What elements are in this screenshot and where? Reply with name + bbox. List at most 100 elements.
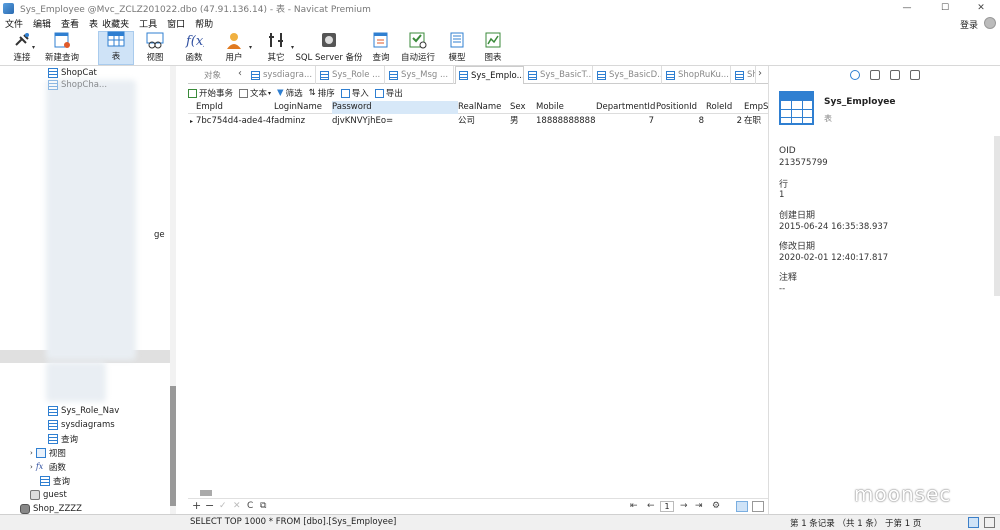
delete-record-button[interactable]: − — [205, 499, 214, 512]
tab-objects[interactable]: 对象 — [188, 66, 234, 84]
status-grid-view-icon[interactable] — [968, 517, 979, 528]
menu-view[interactable]: 查看 — [56, 17, 84, 30]
menu-edit[interactable]: 编辑 — [28, 17, 56, 30]
menu-help[interactable]: 帮助 — [190, 17, 218, 30]
other-dropdown-caret[interactable]: ▾ — [291, 44, 294, 51]
cell-password[interactable]: djvKNVYjhEo= — [332, 115, 458, 128]
data-grid[interactable]: EmpId LoginName Password RealName Sex Mo… — [188, 101, 768, 487]
cell-loginname[interactable]: adminz — [274, 115, 332, 128]
menu-tools[interactable]: 工具 — [134, 17, 162, 30]
maximize-button[interactable]: ☐ — [926, 0, 964, 16]
tree-item-sys-role-nav[interactable]: Sys_Role_Nav — [48, 404, 119, 417]
cell-departmentid[interactable]: 7 — [596, 115, 654, 128]
apply-changes-button[interactable]: ✓ — [219, 501, 227, 511]
close-button[interactable]: ✕ — [962, 0, 1000, 16]
cell-mobile[interactable]: 18888888888 — [536, 115, 596, 128]
tree-scrollbar[interactable] — [170, 66, 176, 516]
toolbar-user-button[interactable]: 用户 — [220, 31, 248, 65]
info-ddl-tab-icon[interactable] — [870, 70, 880, 80]
tree-folder-queries[interactable]: 查询 — [40, 474, 70, 487]
column-header-realname[interactable]: RealName — [458, 101, 510, 114]
status-info-panel-icon[interactable] — [984, 517, 995, 528]
tab-sys-basicd[interactable]: Sys_BasicD... — [594, 66, 662, 84]
table-row[interactable]: ▸ 7bc754d4-ade4-4f3 adminz djvKNVYjhEo= … — [188, 115, 768, 128]
page-number-input[interactable]: 1 — [660, 501, 674, 512]
column-header-emps[interactable]: EmpS — [744, 101, 768, 114]
column-header-password[interactable]: Password — [332, 101, 458, 114]
cell-emps[interactable]: 在职 — [744, 115, 768, 128]
tab-sys-msg[interactable]: Sys_Msg ... — [386, 66, 454, 84]
object-tree[interactable]: ShopCat ShopCha... ge Sys_Role_Nav sysdi… — [0, 66, 176, 516]
toolbar-model-button[interactable]: 模型 — [444, 31, 470, 65]
column-header-positionid[interactable]: PositionId — [656, 101, 706, 114]
export-button[interactable]: 导出 — [374, 87, 403, 99]
import-button[interactable]: 导入 — [340, 87, 369, 99]
toolbar-query-button[interactable]: 查询 — [368, 31, 394, 65]
toolbar-view-button[interactable]: 视图 — [140, 31, 170, 65]
tree-item-shopcha[interactable]: ShopCha... — [48, 78, 107, 91]
tab-shopruku[interactable]: ShopRuKu... — [663, 66, 731, 84]
toolbar-chart-button[interactable]: 图表 — [480, 31, 506, 65]
cell-realname[interactable]: 公司 — [458, 115, 510, 128]
column-header-departmentid[interactable]: DepartmentId — [596, 101, 656, 114]
info-scrollbar[interactable] — [994, 136, 1000, 296]
prev-page-icon[interactable]: ← — [647, 501, 655, 511]
expand-chevron-icon[interactable]: › — [30, 449, 33, 457]
stop-button[interactable]: ⧉ — [260, 501, 266, 511]
column-header-mobile[interactable]: Mobile — [536, 101, 596, 114]
cell-empid[interactable]: 7bc754d4-ade4-4f3 — [196, 115, 274, 128]
grid-view-button[interactable] — [736, 501, 748, 512]
column-header-sex[interactable]: Sex — [510, 101, 536, 114]
tab-scroll-left-icon[interactable]: ‹ — [238, 68, 242, 79]
connect-dropdown-caret[interactable]: ▾ — [32, 44, 35, 51]
toolbar-new-query-button[interactable]: 新建查询 — [42, 31, 82, 65]
menu-window[interactable]: 窗口 — [162, 17, 190, 30]
tab-sys-basict[interactable]: Sys_BasicT... — [525, 66, 593, 84]
page-settings-gear-icon[interactable]: ⚙ — [712, 501, 720, 511]
cell-positionid[interactable]: 8 — [656, 115, 704, 128]
tree-item-guest[interactable]: guest — [30, 488, 67, 501]
first-page-icon[interactable]: ⇤ — [630, 501, 638, 511]
column-header-roleid[interactable]: RoleId — [706, 101, 742, 114]
toolbar-sqlserver-backup-button[interactable]: SQL Server 备份 — [295, 31, 363, 65]
menu-favorites[interactable]: 收藏夹 — [100, 17, 134, 30]
toolbar-auto-run-button[interactable]: 自动运行 — [400, 31, 436, 65]
tree-folder-functions[interactable]: › fx 函数 — [30, 460, 66, 473]
cell-sex[interactable]: 男 — [510, 115, 536, 128]
text-button[interactable]: 文本 ▾ — [239, 87, 271, 99]
column-header-empid[interactable]: EmpId — [196, 101, 274, 114]
tree-item-sysdiagrams[interactable]: sysdiagrams — [48, 418, 115, 431]
refresh-button[interactable]: C — [247, 501, 253, 511]
toolbar-function-button[interactable]: f(x) 函数 — [180, 31, 208, 65]
tree-scrollbar-thumb[interactable] — [170, 386, 176, 506]
tab-sh[interactable]: Sh — [732, 66, 756, 84]
add-record-button[interactable]: + — [192, 499, 201, 512]
minimize-button[interactable]: — — [888, 0, 926, 16]
grid-hscroll-thumb[interactable] — [200, 490, 212, 496]
sort-button[interactable]: ⇅ 排序 — [309, 87, 335, 99]
tree-item-query-table[interactable]: 查询 — [48, 432, 78, 445]
toolbar-other-button[interactable]: 其它 — [262, 31, 290, 65]
user-dropdown-caret[interactable]: ▾ — [249, 44, 252, 51]
expand-chevron-icon[interactable]: › — [30, 463, 33, 471]
form-view-button[interactable] — [752, 501, 764, 512]
info-general-tab-icon[interactable] — [850, 70, 860, 80]
begin-transaction-button[interactable]: 开始事务 — [188, 87, 233, 99]
column-header-loginname[interactable]: LoginName — [274, 101, 332, 114]
tab-sysdiagrams[interactable]: sysdiagra... — [248, 66, 316, 84]
menu-file[interactable]: 文件 — [0, 17, 28, 30]
discard-changes-button[interactable]: ✕ — [233, 501, 241, 511]
tab-sys-employee[interactable]: Sys_Emplo... — [455, 66, 524, 84]
tree-folder-views[interactable]: › 视图 — [30, 446, 66, 459]
toolbar-table-button[interactable]: 表 — [98, 31, 134, 65]
cell-roleid[interactable]: 2 — [706, 115, 742, 128]
info-usage-tab-icon[interactable] — [890, 70, 900, 80]
tab-sys-role[interactable]: Sys_Role ... — [317, 66, 385, 84]
next-page-icon[interactable]: → — [680, 501, 688, 511]
tab-scroll-right-icon[interactable]: › — [758, 68, 762, 79]
last-page-icon[interactable]: ⇥ — [695, 501, 703, 511]
filter-button[interactable]: ▼ 筛选 — [277, 87, 303, 99]
info-preview-tab-icon[interactable] — [910, 70, 920, 80]
user-avatar-icon[interactable] — [984, 17, 996, 29]
menu-table[interactable]: 表 — [84, 17, 100, 30]
